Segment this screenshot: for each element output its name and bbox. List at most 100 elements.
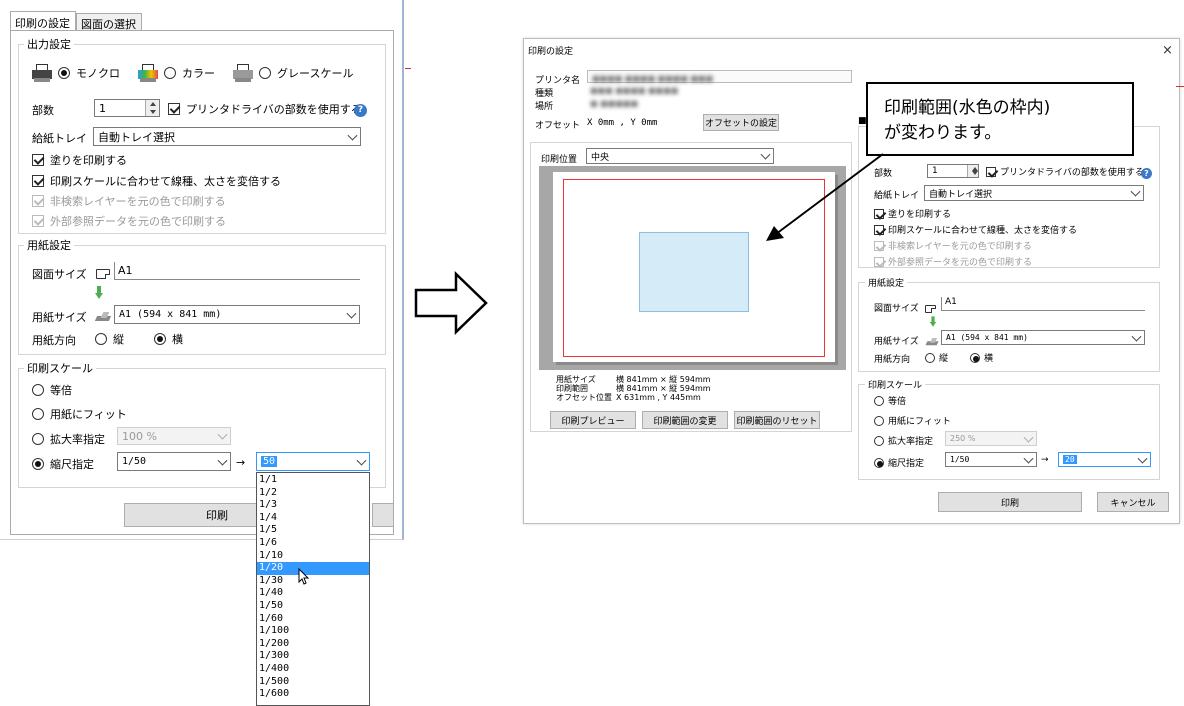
close-icon[interactable]: × — [1162, 43, 1173, 58]
dropdown-option[interactable]: 1/400 — [257, 663, 369, 676]
change-range-button[interactable]: 印刷範囲の変更 — [642, 411, 728, 429]
paper-size-select[interactable]: A1 (594 x 841 mm) — [114, 305, 360, 324]
offset-value: X 0mm , Y 0mm — [587, 118, 658, 128]
opt-fill-checkbox[interactable] — [32, 154, 44, 166]
right-portrait-radio[interactable] — [925, 352, 935, 363]
right-reduce-select[interactable]: 1/50 — [945, 452, 1037, 467]
monochrome-radio[interactable] — [58, 67, 70, 79]
right-landscape-radio[interactable] — [970, 352, 981, 363]
output-mode-row: モノクロ カラー グレースケール — [32, 64, 353, 82]
output-settings-title: 出力設定 — [24, 36, 74, 52]
scale-zoom-row[interactable]: 拡大率指定 — [32, 431, 105, 447]
reduce-select[interactable]: 1/50 — [117, 452, 231, 471]
grayscale-label: グレースケール — [277, 67, 354, 80]
right-scale-arrow: → — [1041, 455, 1049, 465]
scale-reduce-radio[interactable] — [32, 458, 44, 470]
dropdown-option[interactable]: 1/500 — [257, 676, 369, 689]
print-preview-button[interactable]: 印刷プレビュー — [550, 411, 636, 429]
print-position-select[interactable]: 中央 — [586, 148, 774, 164]
dropdown-option[interactable]: 1/20 — [257, 562, 369, 575]
right-scale-zoom-radio[interactable] — [874, 435, 884, 446]
right-target-scale-select[interactable]: 20 — [1058, 452, 1151, 467]
landscape-radio[interactable] — [154, 333, 166, 345]
scale-reduce-row[interactable]: 縮尺指定 — [32, 456, 94, 472]
callout-line-1: 印刷範囲(水色の枠内) — [884, 98, 1051, 118]
dropdown-option[interactable]: 1/3 — [257, 499, 369, 512]
dropdown-option[interactable]: 1/100 — [257, 625, 369, 638]
dropdown-option[interactable]: 1/200 — [257, 638, 369, 651]
dropdown-option[interactable]: 1/50 — [257, 600, 369, 613]
right-cancel-button[interactable]: キャンセル — [1097, 492, 1169, 512]
dropdown-option[interactable]: 1/2 — [257, 487, 369, 500]
portrait-radio[interactable] — [95, 333, 107, 345]
help-icon[interactable]: ? — [354, 102, 367, 117]
right-scale-fit-row[interactable]: 用紙にフィット — [874, 414, 951, 427]
right-use-driver-row[interactable]: プリンタドライバの部数を使用する — [986, 165, 1144, 178]
opt-scale-width-row[interactable]: 印刷スケールに合わせて線種、太さを変倍する — [32, 173, 281, 189]
dropdown-option[interactable]: 1/10 — [257, 550, 369, 563]
offset-settings-button[interactable]: オフセットの設定 — [703, 114, 779, 131]
tray-select[interactable]: 自動トレイ選択 — [93, 127, 361, 146]
scale-fit-radio[interactable] — [32, 408, 44, 420]
scale-dropdown-list[interactable]: 1/1 1/2 1/3 1/4 1/5 1/6 1/10 1/20 1/30 1/40 1/50 1/… — [256, 472, 370, 706]
right-copies-spinner[interactable]: 1 — [927, 164, 979, 178]
dropdown-option[interactable]: 1/6 — [257, 537, 369, 550]
scale-equal-radio[interactable] — [32, 384, 44, 396]
right-paper-size-label: 用紙サイズ — [874, 337, 919, 347]
paper-settings-title: 用紙設定 — [24, 237, 74, 253]
callout-box: 印刷範囲(水色の枠内) が変わります。 — [866, 82, 1134, 156]
right-use-driver-checkbox[interactable] — [986, 166, 996, 177]
right-scale-reduce-row[interactable]: 縮尺指定 — [874, 456, 924, 469]
drawing-icon — [96, 267, 110, 280]
print-range-box[interactable] — [639, 232, 749, 312]
opt-scale-width-checkbox[interactable] — [32, 175, 44, 187]
dropdown-option[interactable]: 1/1 — [257, 474, 369, 487]
dropdown-option[interactable]: 1/60 — [257, 613, 369, 626]
dropdown-option[interactable]: 1/600 — [257, 688, 369, 701]
use-driver-copies-row[interactable]: プリンタドライバの部数を使用する — [168, 101, 362, 117]
use-driver-copies-checkbox[interactable] — [168, 103, 180, 115]
right-scale-equal-row[interactable]: 等倍 — [874, 394, 906, 407]
print-position-label: 印刷位置 — [541, 155, 578, 165]
scale-fit-row[interactable]: 用紙にフィット — [32, 406, 127, 422]
target-scale-select[interactable]: 50 — [256, 452, 370, 471]
right-paper-icon — [925, 335, 939, 348]
tray-label: 給紙トレイ — [32, 132, 87, 145]
mouse-cursor-icon — [298, 567, 310, 589]
right-opt-scale-width-row[interactable]: 印刷スケールに合わせて線種、太さを変倍する — [874, 223, 1077, 236]
scale-zoom-radio[interactable] — [32, 433, 44, 445]
right-tray-select[interactable]: 自動トレイ選択 — [924, 185, 1144, 201]
dropdown-option[interactable]: 1/4 — [257, 512, 369, 525]
location-label: 場所 — [535, 102, 554, 112]
right-scale-fit-radio[interactable] — [874, 415, 884, 426]
scale-equal-row[interactable]: 等倍 — [32, 382, 72, 398]
reset-range-button[interactable]: 印刷範囲のリセット — [734, 411, 820, 429]
right-scale-equal-radio[interactable] — [874, 395, 884, 406]
right-paper-size-select[interactable]: A1 (594 x 841 mm) — [941, 330, 1145, 345]
tab-print-settings[interactable]: 印刷の設定 — [10, 11, 76, 30]
right-print-button[interactable]: 印刷 — [938, 492, 1082, 512]
opt-fill-row[interactable]: 塗りを印刷する — [32, 152, 127, 168]
zoom-select: 100 % — [117, 427, 231, 445]
info-value-range: 横 841mm × 縦 594mm — [616, 384, 711, 393]
dropdown-option[interactable]: 1/5 — [257, 524, 369, 537]
dropdown-option[interactable]: 1/300 — [257, 650, 369, 663]
printer-name-field[interactable]: ■■■■ ■■■■ ■■■■ ■■■ — [587, 70, 852, 83]
dropdown-option[interactable]: 1/30 — [257, 575, 369, 588]
right-window-title: 印刷の設定 — [528, 47, 574, 57]
right-help-icon[interactable]: ? — [1141, 166, 1152, 179]
left-cancel-button-stub[interactable] — [372, 503, 394, 527]
opt-search-layer-row: 非検索レイヤーを元の色で印刷する — [32, 193, 226, 209]
location-value: ■ ■■■■■ — [590, 99, 638, 108]
copies-label: 部数 — [32, 104, 54, 117]
dropdown-option[interactable]: 1/40 — [257, 587, 369, 600]
grayscale-radio[interactable] — [259, 67, 271, 79]
color-radio[interactable] — [164, 67, 176, 79]
grayscale-printer-icon — [233, 64, 253, 82]
copies-spinner[interactable]: 1 — [94, 99, 160, 117]
right-scale-zoom-row[interactable]: 拡大率指定 — [874, 434, 933, 447]
tab-drawing-select[interactable]: 図面の選択 — [76, 13, 142, 31]
scale-arrow: → — [236, 456, 246, 469]
right-scale-reduce-radio[interactable] — [874, 457, 884, 468]
callout-pointer-arrow-icon — [760, 150, 890, 253]
